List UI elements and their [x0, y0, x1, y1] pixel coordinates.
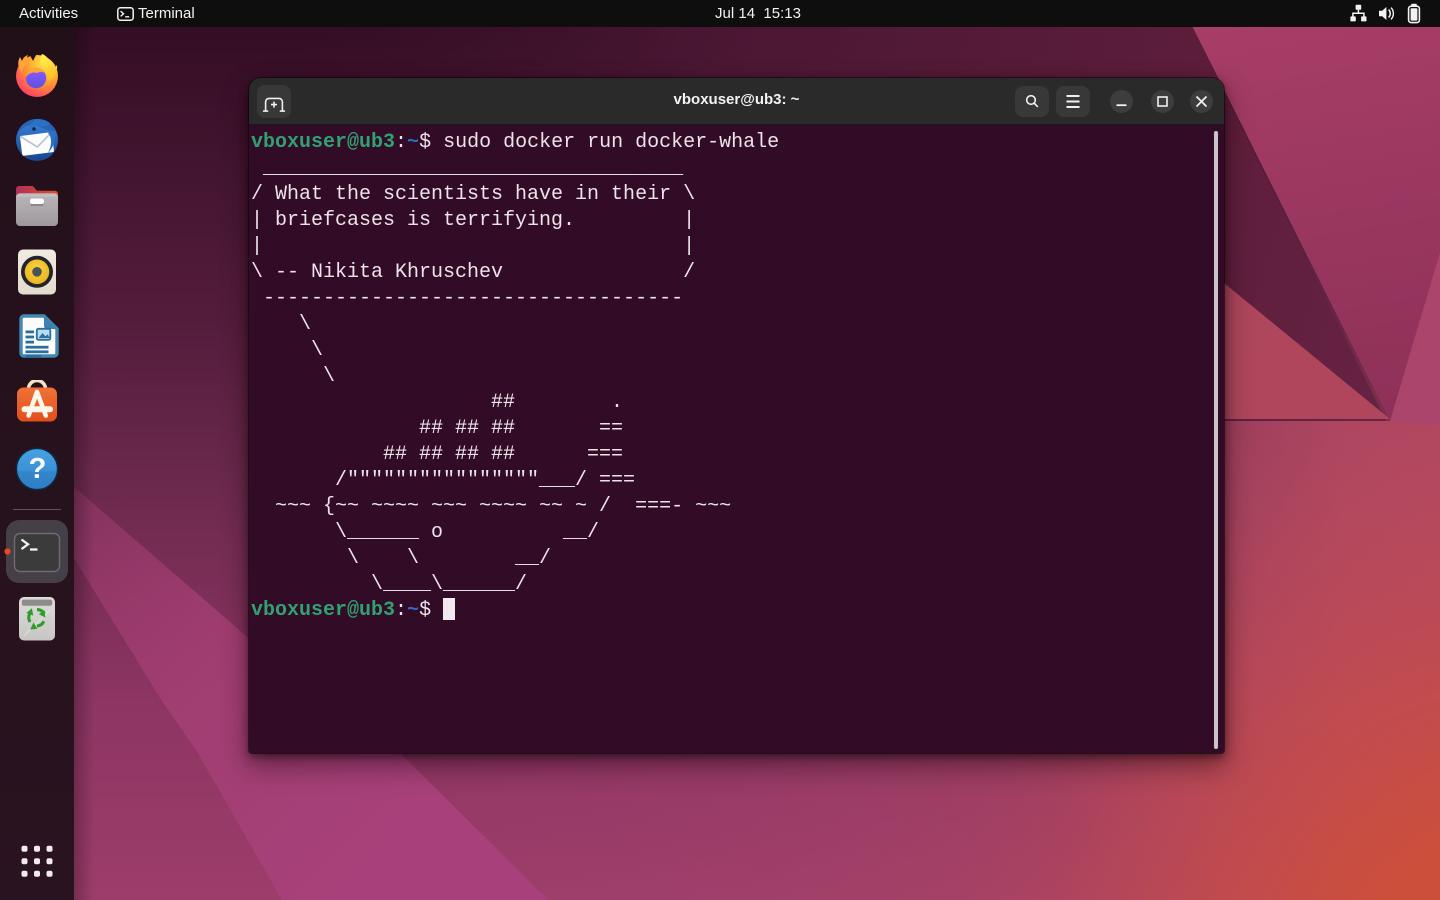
svg-text:?: ? — [29, 453, 47, 485]
